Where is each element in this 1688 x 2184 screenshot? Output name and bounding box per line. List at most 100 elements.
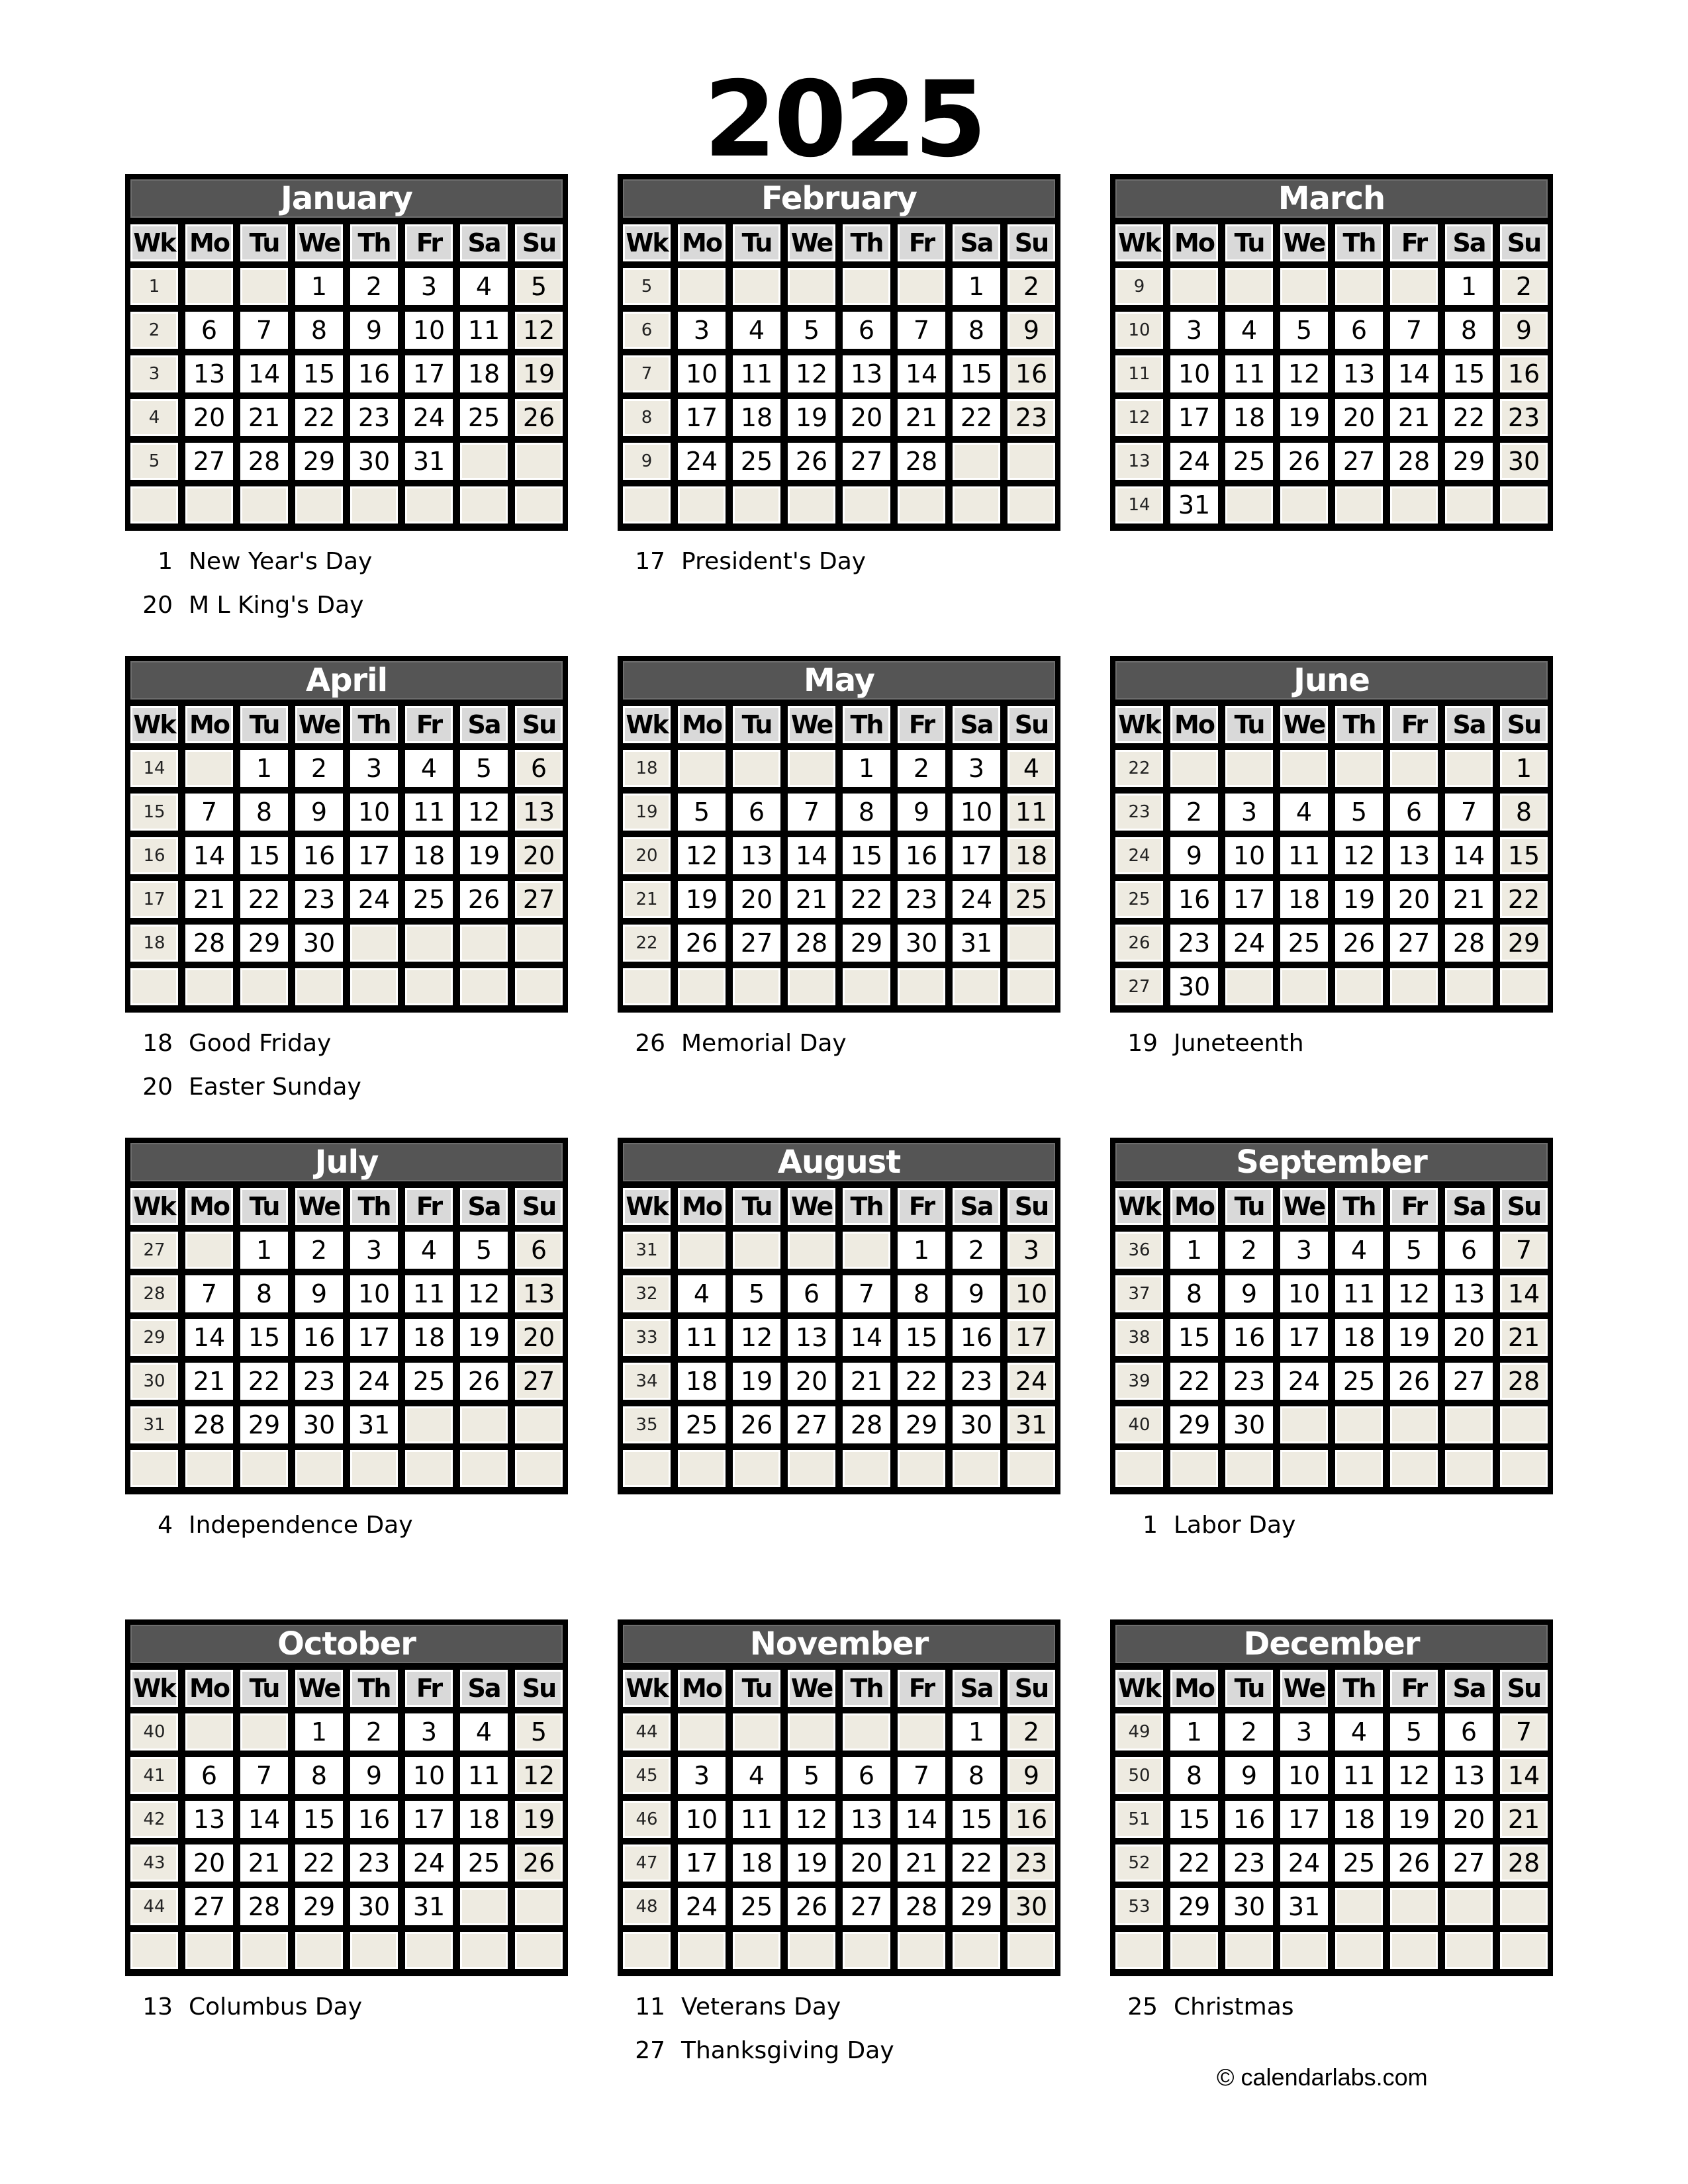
day-cell[interactable]: 9 xyxy=(1008,312,1055,349)
day-cell[interactable]: 26 xyxy=(678,925,726,962)
day-cell[interactable]: 11 xyxy=(1008,794,1055,831)
day-cell[interactable]: 11 xyxy=(1335,1275,1383,1312)
day-cell[interactable]: 13 xyxy=(1445,1757,1493,1794)
day-cell[interactable]: 1 xyxy=(1170,1713,1218,1751)
day-cell[interactable]: 25 xyxy=(1335,1844,1383,1882)
day-cell[interactable]: 19 xyxy=(515,355,563,392)
day-cell[interactable]: 25 xyxy=(460,399,508,436)
day-cell[interactable]: 29 xyxy=(953,1888,1000,1925)
day-cell[interactable]: 2 xyxy=(898,750,945,787)
day-cell[interactable]: 1 xyxy=(898,1232,945,1269)
day-cell[interactable]: 2 xyxy=(1008,1713,1055,1751)
day-cell[interactable]: 27 xyxy=(1445,1363,1493,1400)
day-cell[interactable]: 21 xyxy=(898,1844,945,1882)
day-cell[interactable]: 2 xyxy=(295,750,343,787)
day-cell[interactable]: 3 xyxy=(405,268,453,305)
day-cell[interactable]: 9 xyxy=(1170,837,1218,874)
day-cell[interactable]: 9 xyxy=(295,1275,343,1312)
day-cell[interactable]: 29 xyxy=(240,925,288,962)
day-cell[interactable]: 4 xyxy=(460,1713,508,1751)
day-cell[interactable]: 31 xyxy=(405,443,453,480)
day-cell[interactable]: 8 xyxy=(953,1757,1000,1794)
day-cell[interactable]: 18 xyxy=(405,1319,453,1356)
day-cell[interactable]: 26 xyxy=(1280,443,1328,480)
day-cell[interactable]: 31 xyxy=(1170,486,1218,523)
day-cell[interactable]: 23 xyxy=(1225,1363,1273,1400)
day-cell[interactable]: 17 xyxy=(678,1844,726,1882)
day-cell[interactable]: 25 xyxy=(678,1406,726,1443)
day-cell[interactable]: 13 xyxy=(733,837,780,874)
day-cell[interactable]: 7 xyxy=(185,1275,233,1312)
day-cell[interactable]: 20 xyxy=(1445,1801,1493,1838)
day-cell[interactable]: 6 xyxy=(185,312,233,349)
day-cell[interactable]: 6 xyxy=(515,750,563,787)
day-cell[interactable]: 21 xyxy=(185,1363,233,1400)
day-cell[interactable]: 14 xyxy=(185,1319,233,1356)
day-cell[interactable]: 30 xyxy=(1225,1406,1273,1443)
day-cell[interactable]: 2 xyxy=(350,1713,398,1751)
day-cell[interactable]: 29 xyxy=(1170,1406,1218,1443)
day-cell[interactable]: 29 xyxy=(843,925,890,962)
day-cell[interactable]: 26 xyxy=(1335,925,1383,962)
day-cell[interactable]: 8 xyxy=(240,1275,288,1312)
day-cell[interactable]: 27 xyxy=(515,1363,563,1400)
day-cell[interactable]: 7 xyxy=(240,312,288,349)
day-cell[interactable]: 27 xyxy=(185,1888,233,1925)
day-cell[interactable]: 1 xyxy=(240,750,288,787)
day-cell[interactable]: 2 xyxy=(295,1232,343,1269)
day-cell[interactable]: 15 xyxy=(295,355,343,392)
day-cell[interactable]: 7 xyxy=(1500,1713,1548,1751)
day-cell[interactable]: 31 xyxy=(1280,1888,1328,1925)
day-cell[interactable]: 23 xyxy=(1225,1844,1273,1882)
day-cell[interactable]: 15 xyxy=(240,837,288,874)
day-cell[interactable]: 20 xyxy=(515,837,563,874)
day-cell[interactable]: 4 xyxy=(1335,1713,1383,1751)
day-cell[interactable]: 12 xyxy=(788,1801,835,1838)
day-cell[interactable]: 14 xyxy=(898,1801,945,1838)
day-cell[interactable]: 18 xyxy=(1335,1319,1383,1356)
day-cell[interactable]: 2 xyxy=(1008,268,1055,305)
day-cell[interactable]: 19 xyxy=(1280,399,1328,436)
day-cell[interactable]: 27 xyxy=(788,1406,835,1443)
day-cell[interactable]: 19 xyxy=(1335,881,1383,918)
day-cell[interactable]: 15 xyxy=(898,1319,945,1356)
day-cell[interactable]: 21 xyxy=(185,881,233,918)
day-cell[interactable]: 19 xyxy=(1390,1319,1438,1356)
day-cell[interactable]: 16 xyxy=(1500,355,1548,392)
day-cell[interactable]: 15 xyxy=(1170,1319,1218,1356)
day-cell[interactable]: 18 xyxy=(1225,399,1273,436)
day-cell[interactable]: 12 xyxy=(678,837,726,874)
day-cell[interactable]: 6 xyxy=(843,1757,890,1794)
day-cell[interactable]: 29 xyxy=(1445,443,1493,480)
day-cell[interactable]: 24 xyxy=(1280,1363,1328,1400)
day-cell[interactable]: 16 xyxy=(1225,1801,1273,1838)
day-cell[interactable]: 13 xyxy=(843,355,890,392)
day-cell[interactable]: 23 xyxy=(350,1844,398,1882)
day-cell[interactable]: 22 xyxy=(953,1844,1000,1882)
day-cell[interactable]: 10 xyxy=(678,355,726,392)
day-cell[interactable]: 22 xyxy=(843,881,890,918)
day-cell[interactable]: 30 xyxy=(1225,1888,1273,1925)
day-cell[interactable]: 26 xyxy=(788,443,835,480)
day-cell[interactable]: 7 xyxy=(788,794,835,831)
day-cell[interactable]: 5 xyxy=(515,1713,563,1751)
day-cell[interactable]: 4 xyxy=(733,312,780,349)
day-cell[interactable]: 16 xyxy=(1170,881,1218,918)
day-cell[interactable]: 4 xyxy=(733,1757,780,1794)
day-cell[interactable]: 20 xyxy=(843,1844,890,1882)
day-cell[interactable]: 15 xyxy=(843,837,890,874)
day-cell[interactable]: 10 xyxy=(1008,1275,1055,1312)
day-cell[interactable]: 10 xyxy=(1280,1757,1328,1794)
day-cell[interactable]: 8 xyxy=(1170,1757,1218,1794)
day-cell[interactable]: 5 xyxy=(788,312,835,349)
day-cell[interactable]: 12 xyxy=(788,355,835,392)
day-cell[interactable]: 25 xyxy=(733,1888,780,1925)
day-cell[interactable]: 20 xyxy=(185,1844,233,1882)
day-cell[interactable]: 5 xyxy=(515,268,563,305)
day-cell[interactable]: 8 xyxy=(843,794,890,831)
day-cell[interactable]: 12 xyxy=(1390,1757,1438,1794)
day-cell[interactable]: 27 xyxy=(843,1888,890,1925)
day-cell[interactable]: 28 xyxy=(898,1888,945,1925)
day-cell[interactable]: 8 xyxy=(1445,312,1493,349)
day-cell[interactable]: 8 xyxy=(295,1757,343,1794)
